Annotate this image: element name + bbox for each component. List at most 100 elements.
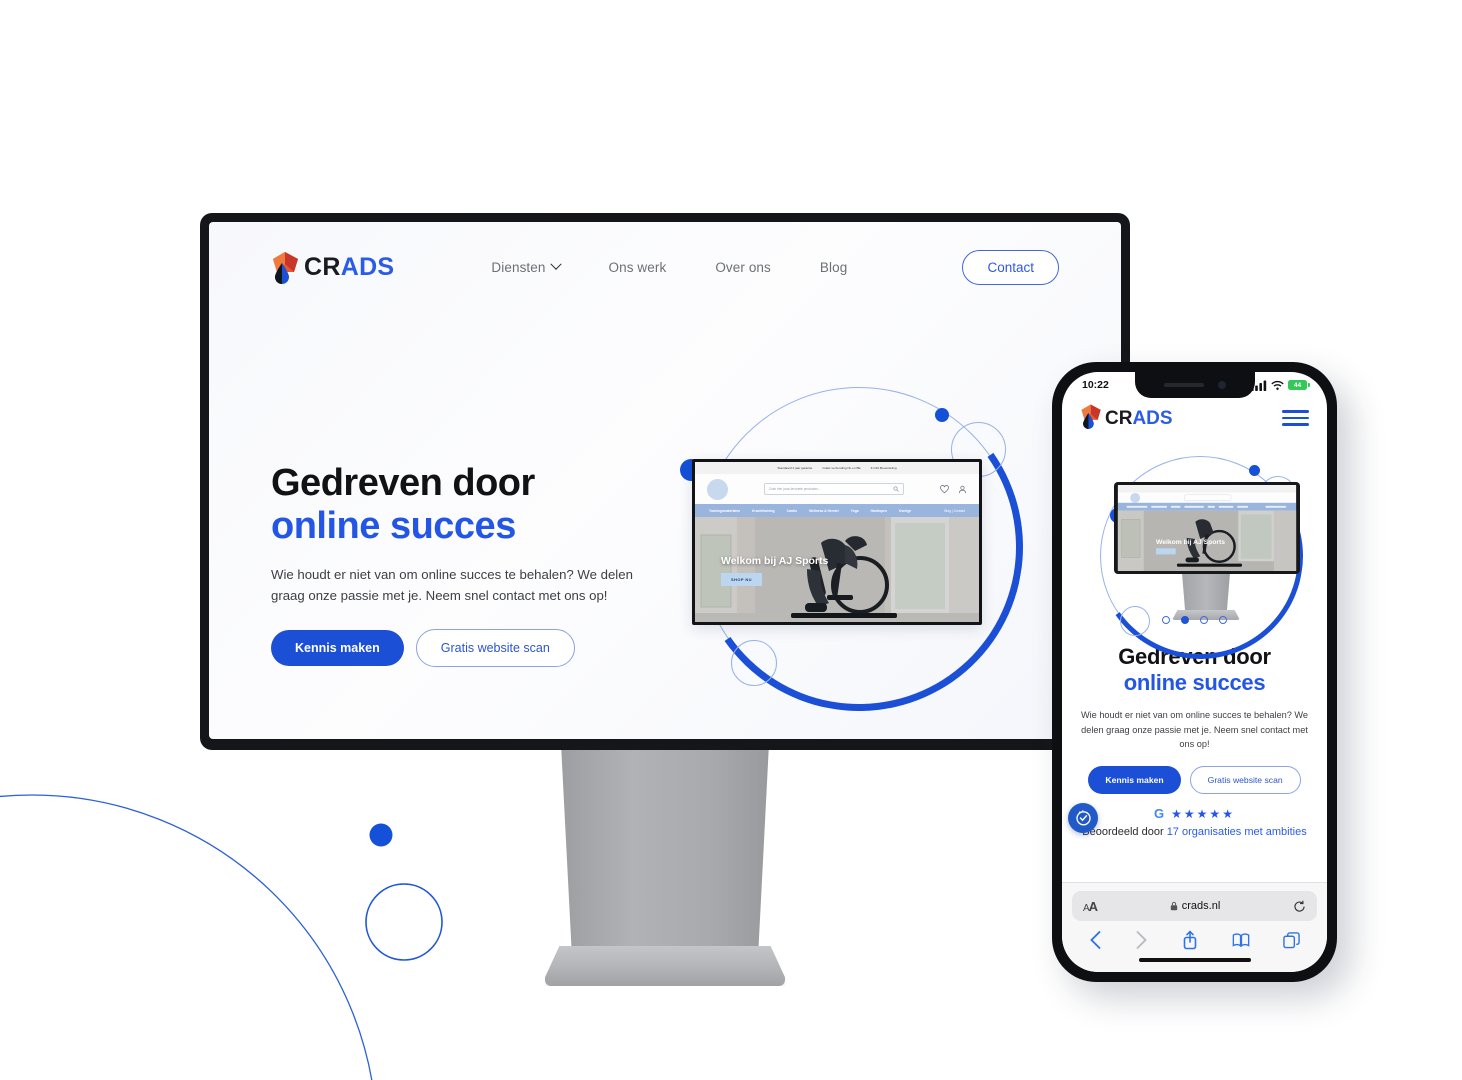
- tabs-icon[interactable]: [1283, 931, 1300, 949]
- nav-item-over-ons[interactable]: Over ons: [715, 260, 771, 275]
- inner-site-search-input[interactable]: Zoek hier jouw favoriete producten...: [764, 483, 904, 495]
- search-icon: [893, 486, 899, 492]
- carousel-dot-2-active[interactable]: [1181, 616, 1189, 624]
- share-icon[interactable]: [1182, 930, 1198, 950]
- crads-logo-icon: [271, 250, 301, 284]
- contact-button[interactable]: Contact: [962, 249, 1059, 285]
- chevron-down-icon: [549, 258, 562, 270]
- mobile-logo-text: CRADS: [1105, 409, 1173, 428]
- inner-nav-item-5[interactable]: Hardlopen: [871, 509, 887, 513]
- quality-check-badge-icon: [1068, 802, 1098, 833]
- mobile-hero-line2: online succes: [1123, 670, 1266, 696]
- inner-nav-item-3[interactable]: Wellness & Herstel: [809, 509, 839, 513]
- desktop-monitor-mockup: CRADS Diensten Ons werk Over ons Blog Co…: [200, 213, 1130, 986]
- nav-label-ons-werk: Ons werk: [608, 259, 667, 275]
- mobile-monitor-graphic: Welkom bij AJ Sports: [1114, 482, 1300, 620]
- battery-icon: 44: [1288, 380, 1310, 390]
- status-right-group: 44: [1251, 380, 1310, 391]
- back-icon[interactable]: [1089, 930, 1102, 950]
- hero-paragraph: Wie houdt er niet van om online succes t…: [271, 567, 633, 604]
- carousel-dots: [1062, 616, 1327, 624]
- mobile-review-section: G ★★★★★ Beoordeeld door 17 organisaties …: [1062, 802, 1327, 838]
- hero-section: Gedreven door online succes Wie houdt er…: [271, 462, 651, 667]
- home-indicator: [1138, 958, 1251, 962]
- nav-item-ons-werk[interactable]: Ons werk: [609, 260, 667, 275]
- lock-icon: [1170, 901, 1177, 911]
- inner-search-placeholder: Zoek hier jouw favoriete producten...: [769, 487, 821, 491]
- phone-notch: [1134, 372, 1255, 398]
- mobile-hero-visual: Welkom bij AJ Sports: [1062, 436, 1327, 676]
- monitor-bezel: CRADS Diensten Ons werk Over ons Blog Co…: [200, 213, 1130, 750]
- mobile-monitor-bezel: Welkom bij AJ Sports: [1114, 482, 1300, 574]
- logo-text-dark: CR: [304, 252, 341, 281]
- mobile-hero-buttons: Kennis maken Gratis website scan: [1076, 765, 1313, 794]
- reload-icon[interactable]: [1293, 900, 1306, 913]
- phone-body: 10:22 44 CRADS Welkom bij AJ Sports Gedr…: [1052, 362, 1337, 982]
- mobile-crads-logo[interactable]: CRADS: [1080, 403, 1173, 434]
- inner-site-topbar: Standaard 2 jaar garantie Gratis verzend…: [695, 462, 979, 474]
- mobile-hero-paragraph: Wie houdt er niet van om online succes t…: [1080, 709, 1309, 750]
- bookmarks-icon[interactable]: [1232, 932, 1250, 948]
- inner-site-nav: Trainingsmaterialen Krachttraining Cardi…: [695, 504, 979, 517]
- url-display: crads.nl: [1097, 900, 1293, 912]
- inner-site-icons: [940, 484, 967, 494]
- forward-icon: [1136, 931, 1148, 949]
- mobile-logo-dark: CR: [1105, 407, 1133, 429]
- safari-toolbar: [1072, 921, 1317, 955]
- wifi-icon: [1271, 380, 1284, 390]
- safari-url-bar[interactable]: AA crads.nl: [1072, 891, 1317, 921]
- user-icon[interactable]: [958, 485, 967, 494]
- carousel-dot-4[interactable]: [1219, 616, 1227, 624]
- inner-site-header: Zoek hier jouw favoriete producten...: [695, 474, 979, 504]
- mobile-phone-mockup: 10:22 44 CRADS Welkom bij AJ Sports Gedr…: [1052, 362, 1337, 982]
- google-logo-icon: G: [1154, 806, 1165, 822]
- mobile-hero-section: Gedreven door online succes Wie houdt er…: [1062, 644, 1327, 794]
- review-text-before: Beoordeeld door: [1082, 825, 1167, 838]
- site-header: CRADS Diensten Ons werk Over ons Blog Co…: [209, 222, 1121, 312]
- nav-label-blog: Blog: [819, 259, 848, 275]
- review-link[interactable]: 17 organisaties met ambities: [1167, 826, 1307, 838]
- heart-icon[interactable]: [940, 484, 949, 494]
- crads-logo[interactable]: CRADS: [271, 250, 394, 284]
- nav-item-blog[interactable]: Blog: [820, 260, 847, 275]
- carousel-dot-3[interactable]: [1200, 616, 1208, 624]
- nav-label-over-ons: Over ons: [715, 259, 771, 275]
- main-navigation: Diensten Ons werk Over ons Blog: [491, 258, 847, 275]
- inner-nav-item-0[interactable]: Trainingsmaterialen: [709, 509, 740, 513]
- phone-screen: 10:22 44 CRADS Welkom bij AJ Sports Gedr…: [1062, 372, 1327, 972]
- inner-shop-button[interactable]: SHOP NU: [721, 573, 762, 586]
- mobile-inner-screenshot: Welkom bij AJ Sports: [1117, 485, 1297, 571]
- inner-nav-item-1[interactable]: Krachttraining: [752, 509, 775, 513]
- safari-browser-chrome: AA crads.nl: [1062, 882, 1327, 972]
- gratis-website-scan-button[interactable]: Gratis website scan: [415, 628, 575, 667]
- monitor-screen: CRADS Diensten Ons werk Over ons Blog Co…: [209, 222, 1121, 739]
- status-time: 10:22: [1082, 379, 1109, 391]
- monitor-stand-neck: [561, 750, 769, 960]
- inner-nav-item-2[interactable]: Cardio: [787, 509, 797, 513]
- mobile-gratis-website-scan-button[interactable]: Gratis website scan: [1189, 765, 1301, 794]
- mobile-decorative-dot-top: [1249, 465, 1260, 476]
- carousel-dot-1[interactable]: [1162, 616, 1170, 624]
- text-size-button[interactable]: AA: [1083, 899, 1098, 914]
- hero-buttons: Kennis maken Gratis website scan: [271, 628, 651, 667]
- inner-site-logo-icon: [707, 478, 728, 500]
- inner-site-screenshot: Standaard 2 jaar garantie Gratis verzend…: [692, 459, 982, 625]
- inner-hero-title: Welkom bij AJ Sports: [721, 555, 829, 567]
- phone-camera: [1217, 381, 1226, 389]
- mobile-header: CRADS: [1062, 398, 1327, 438]
- phone-speaker: [1163, 383, 1204, 387]
- decorative-dot-top: [935, 408, 949, 422]
- monitor-stand-base: [545, 946, 785, 986]
- review-stars-row: G ★★★★★: [1072, 807, 1317, 821]
- nav-item-diensten[interactable]: Diensten: [491, 258, 562, 275]
- inner-nav-item-6[interactable]: Overige: [899, 509, 911, 513]
- inner-site-hero-overlay: Welkom bij AJ Sports SHOP NU: [721, 555, 828, 586]
- mobile-kennis-maken-button[interactable]: Kennis maken: [1088, 765, 1181, 794]
- kennis-maken-button[interactable]: Kennis maken: [271, 629, 404, 666]
- inner-nav-right[interactable]: Blog | Contact: [944, 509, 965, 513]
- inner-nav-item-4[interactable]: Yoga: [851, 509, 859, 513]
- burger-line-1: [1282, 410, 1309, 413]
- mobile-logo-icon: [1080, 403, 1103, 434]
- svg-text:Welkom bij AJ Sports: Welkom bij AJ Sports: [1156, 539, 1225, 546]
- hamburger-menu-icon[interactable]: [1282, 410, 1309, 426]
